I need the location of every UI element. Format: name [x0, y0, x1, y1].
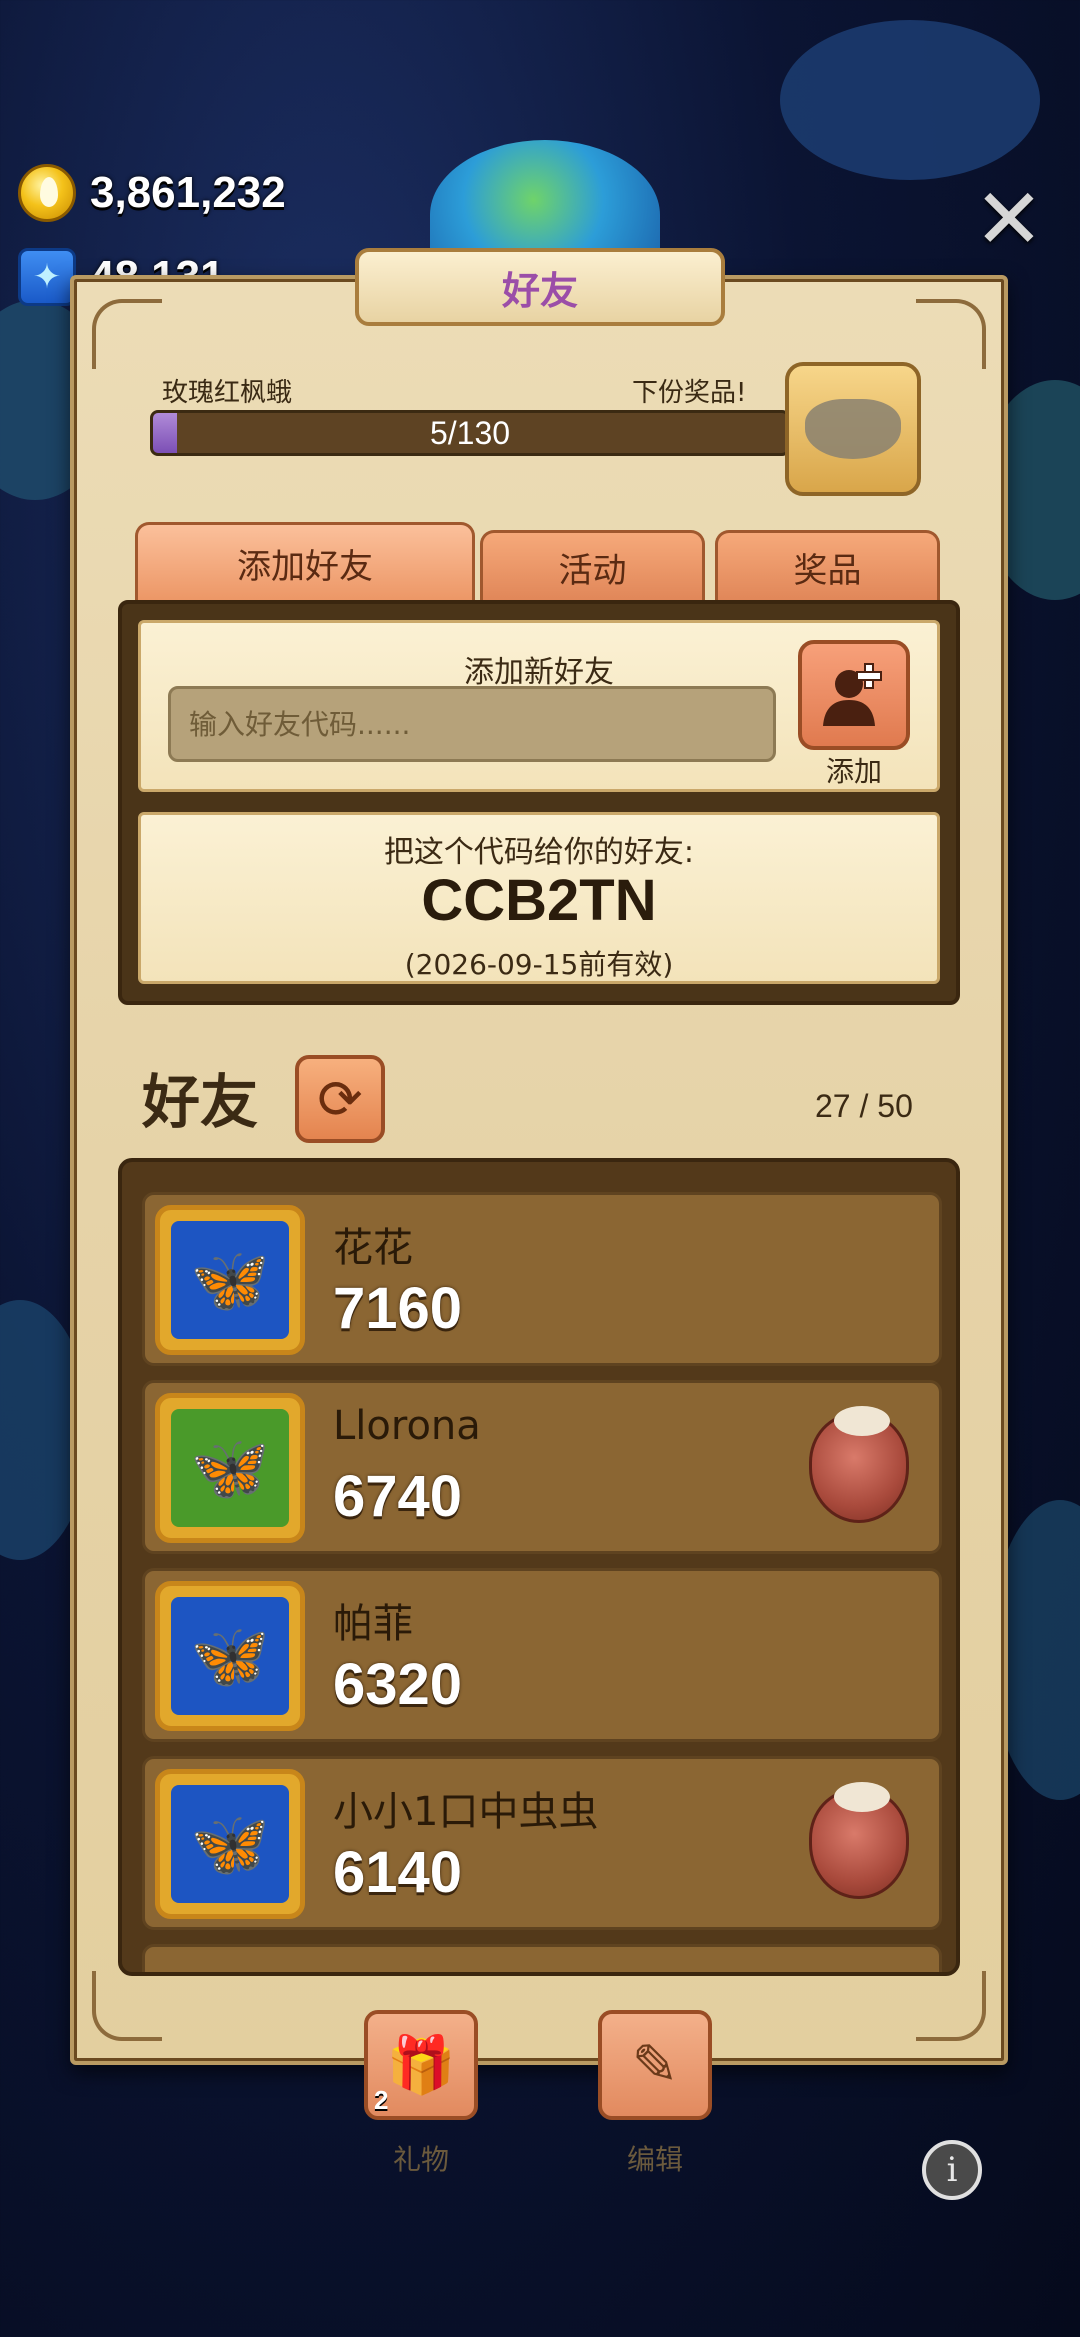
nectar-amount: 3,861,232	[90, 168, 286, 217]
nectar-drop-icon	[18, 164, 76, 222]
moth-icon: 🦋	[171, 1221, 289, 1339]
close-icon[interactable]: ✕	[970, 170, 1048, 268]
edit-label: 编辑	[626, 2143, 683, 2176]
friend-row[interactable]: 🦋 Llorona 6740	[142, 1380, 942, 1554]
butterfly-icon: 🦋	[171, 1785, 289, 1903]
code-expiry: (2026-09-15前有效)	[404, 948, 674, 981]
share-code-title: 把这个代码给你的好友:	[383, 835, 695, 870]
ornament-corner	[916, 299, 986, 369]
friend-name: Llorona	[333, 1403, 481, 1449]
share-code-card: 把这个代码给你的好友: CCB2TN (2026-09-15前有效)	[138, 812, 940, 984]
gift-box-icon: 🎁	[386, 2033, 456, 2098]
info-icon[interactable]: i	[922, 2140, 982, 2200]
friend-name: 花花	[333, 1225, 413, 1271]
friend-score: 6740	[333, 1464, 463, 1529]
add-user-icon	[823, 663, 882, 726]
friend-avatar: 🦋	[155, 1581, 305, 1731]
friend-score: 6320	[333, 1652, 463, 1717]
gift-pouch-icon[interactable]	[809, 1782, 909, 1899]
next-reward-button[interactable]	[785, 362, 921, 496]
reward-name: 玫瑰红枫蛾	[162, 378, 293, 408]
friend-score: 7160	[333, 1276, 463, 1341]
friend-avatar: 🦋	[155, 1769, 305, 1919]
ornament-corner	[916, 1971, 986, 2041]
moth-icon	[805, 399, 901, 459]
edit-button[interactable]: ✎	[598, 2010, 712, 2120]
butterfly-icon: 🦋	[171, 1409, 289, 1527]
friends-count: 27 / 50	[815, 1088, 913, 1124]
friend-avatar: 🦋	[155, 1393, 305, 1543]
progress-text: 5/130	[429, 415, 511, 451]
friend-row[interactable]: 🦋 帕菲 6320	[142, 1568, 942, 1742]
background-leaf	[780, 20, 1040, 180]
friend-score: 6140	[333, 1840, 463, 1905]
tab-rewards[interactable]: 奖品	[715, 530, 940, 602]
refresh-button[interactable]: ⟳	[295, 1055, 385, 1143]
gift-label: 礼物	[392, 2143, 449, 2176]
refresh-icon: ⟳	[317, 1067, 363, 1131]
gift-pouch-icon[interactable]	[809, 1406, 909, 1523]
friends-title: 好友	[142, 1068, 259, 1136]
butterfly-icon: ✦	[18, 248, 76, 306]
friend-avatar: 🦋	[155, 1205, 305, 1355]
friend-row[interactable]: 🦋 花花 7160	[142, 1192, 942, 1366]
tab-add-friend[interactable]: 添加好友	[135, 522, 475, 602]
friend-name: 帕菲	[333, 1601, 413, 1647]
add-button-label: 添加	[825, 755, 882, 788]
friend-code-input[interactable]	[168, 686, 776, 762]
tab-events[interactable]: 活动	[480, 530, 705, 602]
friend-code: CCB2TN	[421, 868, 657, 933]
next-reward-label: 下份奖品!	[632, 378, 747, 408]
nectar-counter: 3,861,232	[18, 164, 286, 222]
friends-list[interactable]: 🦋 花花 7160 🦋 Llorona 6740 🦋 帕菲 6320 🦋 小小1…	[118, 1158, 960, 1976]
add-friend-button[interactable]	[798, 640, 910, 750]
progress-bar: 5/130	[150, 410, 790, 456]
dialog-title: 好友	[355, 248, 725, 326]
friend-row[interactable]: 🦋 小小1口中虫虫 6140	[142, 1756, 942, 1930]
moth-icon: 🦋	[171, 1597, 289, 1715]
ornament-corner	[92, 1971, 162, 2041]
gift-count-badge: 2	[374, 2085, 389, 2115]
pencil-icon: ✎	[631, 2032, 679, 2098]
friend-name: 小小1口中虫虫	[333, 1789, 599, 1835]
friend-row[interactable]	[142, 1944, 942, 1972]
ornament-corner	[92, 299, 162, 369]
